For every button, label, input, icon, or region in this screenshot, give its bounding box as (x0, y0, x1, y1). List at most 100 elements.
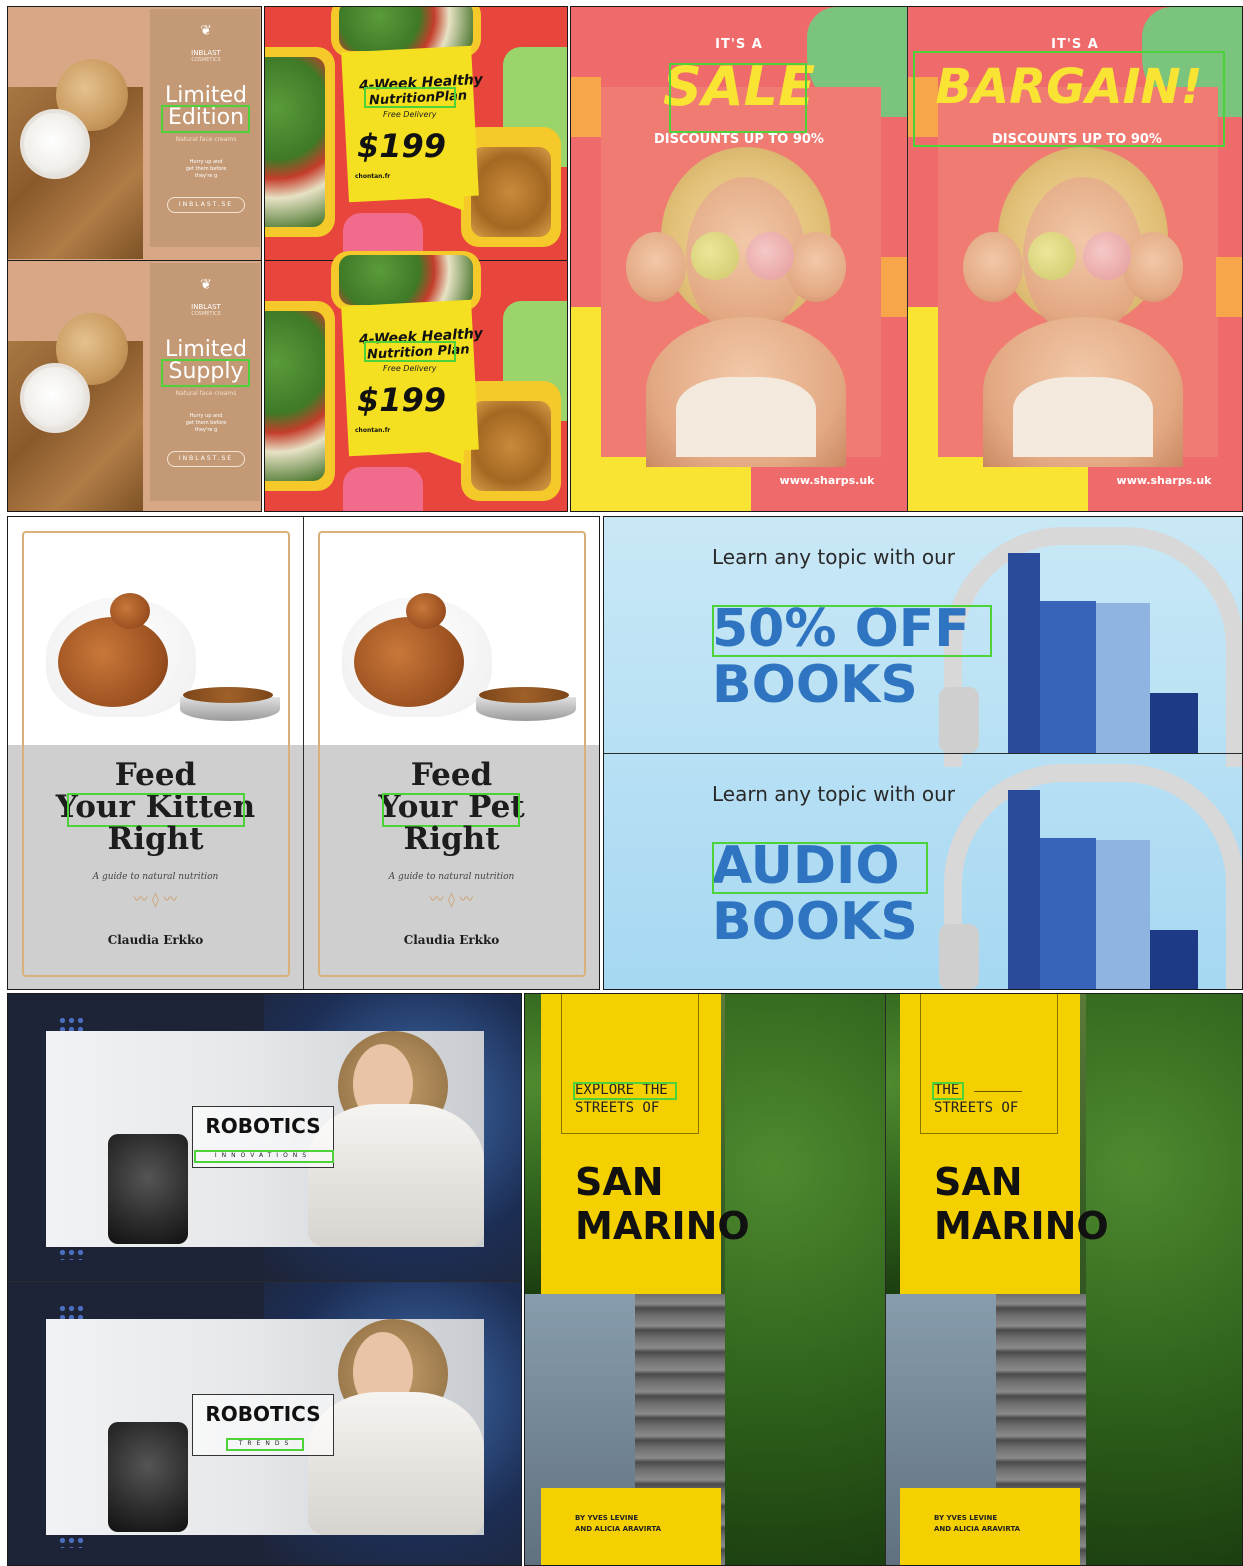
gold-frame (318, 531, 586, 977)
kicker: IT'S A (1051, 37, 1099, 52)
discount: DISCOUNTS UP TO 90% (992, 132, 1162, 147)
website: www.sharps.uk (1116, 474, 1212, 487)
hand (786, 232, 846, 302)
robotics-slide-1: ROBOTICS INNOVATIONS (8, 994, 521, 1281)
headphone-cup (939, 924, 979, 989)
blurb-1: Hurry up and (189, 159, 223, 165)
title-line1: Feed (114, 757, 197, 793)
kicker-line2: STREETS OF (575, 1100, 660, 1116)
website: chontan.fr (355, 173, 391, 180)
sanmarino-cover-2: THE STREETS OF SAN MARINO BY YVES LEVINE… (886, 994, 1242, 1565)
salad (339, 7, 473, 51)
food-panel: 4-Week Healthy NutritionPlan Free Delive… (264, 6, 568, 512)
sale-ad-1: IT'S A SALE DISCOUNTS UP TO 90% www.shar… (571, 7, 907, 511)
brand-name: INBLAST (191, 49, 221, 57)
headline: SALE (663, 55, 815, 118)
headline-line2: BOOKS (712, 892, 918, 952)
byline-1: BY YVES LEVINE (934, 1514, 998, 1522)
blurb-1: Hurry up and (189, 413, 223, 419)
book (1040, 838, 1096, 989)
headline-line2: BOOKS (712, 655, 918, 715)
delivery-note: Free Delivery (383, 110, 437, 119)
food-ad-1: 4-Week Healthy NutritionPlan Free Delive… (265, 7, 567, 273)
salad (265, 311, 325, 481)
brand-sub: COSMETICS (191, 311, 221, 317)
cream-jar (20, 109, 90, 179)
lunchbox (343, 467, 423, 511)
blurb-3: they're g (194, 427, 218, 433)
city-line2: MARINO (934, 1204, 1109, 1248)
shop-button[interactable]: INBLAST.SE (167, 197, 245, 213)
ivy-wall (1086, 994, 1242, 1565)
price: $199 (357, 127, 447, 165)
headline-line2: Edition (167, 105, 245, 130)
cosmetics-panel: ❦ INBLAST COSMETICS Limited Edition Natu… (7, 6, 262, 512)
kicker-line1: EXPLORE THE (575, 1082, 668, 1098)
macaron-yellow (691, 232, 739, 280)
book (1008, 790, 1040, 989)
website: www.sharps.uk (779, 474, 875, 487)
book (1150, 930, 1198, 989)
title-line3: Right (107, 821, 204, 857)
hand (963, 232, 1023, 302)
kicker-rule (974, 1091, 1022, 1092)
blurb-2: get them before (185, 420, 227, 426)
tag: TRENDS (238, 1440, 294, 1447)
title-line1: Feed (410, 757, 493, 793)
brand-logo: ❦ (200, 277, 212, 293)
discount: DISCOUNTS UP TO 90% (654, 132, 824, 147)
headline-line2: Supply (168, 359, 244, 384)
books-panel: Learn any topic with our 50% OFF BOOKS L… (603, 516, 1243, 990)
hand (626, 232, 686, 302)
salad (339, 255, 473, 305)
intro-text: Learn any topic with our (712, 782, 955, 806)
kibble (479, 687, 569, 703)
sale-ad-2: IT'S A BARGAIN! DISCOUNTS UP TO 90% www.… (908, 7, 1242, 511)
blurb-2: get them before (185, 166, 227, 172)
dog-ear (406, 593, 446, 629)
ivy-wall (725, 994, 885, 1565)
brand-sub: COSMETICS (191, 57, 221, 63)
headline-line1: 50% OFF (712, 599, 970, 659)
kicker-line1: THE (934, 1082, 960, 1098)
tag: INNOVATIONS (214, 1152, 312, 1159)
hand (1123, 232, 1183, 302)
salad (265, 57, 325, 227)
petbook-panel: Feed Your Kitten Right A guide to natura… (7, 516, 600, 990)
subtitle: A guide to natural nutrition (92, 872, 219, 882)
book (1096, 603, 1150, 753)
book (1008, 553, 1040, 753)
lace-top (1013, 377, 1153, 457)
cosmetics-ad-2: ❦ INBLAST COSMETICS Limited Supply Natur… (8, 260, 261, 511)
cream-jar (20, 363, 90, 433)
headline-line1: AUDIO (712, 836, 900, 896)
website: chontan.fr (355, 427, 391, 434)
city-line1: SAN (934, 1160, 1023, 1204)
price: $199 (357, 381, 447, 419)
subtitle: A guide to natural nutrition (388, 872, 515, 882)
ornament: 〰 ◊ 〰 (133, 892, 178, 908)
orange-brush (1216, 257, 1242, 317)
title-line2: Your Pet (378, 789, 525, 825)
orange-brush (881, 257, 907, 317)
sale-panel: IT'S A SALE DISCOUNTS UP TO 90% www.shar… (570, 6, 1243, 512)
author: Claudia Erkko (403, 933, 500, 947)
robot (108, 1422, 188, 1532)
book (1040, 601, 1096, 753)
macaron-pink (1083, 232, 1131, 280)
books-banner-1: Learn any topic with our 50% OFF BOOKS (604, 517, 1242, 767)
gold-frame (22, 531, 290, 977)
robot (108, 1134, 188, 1244)
kicker-line2: STREETS OF (934, 1100, 1019, 1116)
title-line2: Your Kitten (55, 789, 256, 825)
author: Claudia Erkko (107, 933, 204, 947)
ornament: 〰 ◊ 〰 (429, 892, 474, 908)
blurb-3: they're g (194, 173, 218, 179)
shop-button[interactable]: INBLAST.SE (167, 451, 245, 467)
title: ROBOTICS (205, 1114, 321, 1138)
headline: BARGAIN! (935, 59, 1203, 115)
sanmarino-panel: EXPLORE THE STREETS OF SAN MARINO BY YVE… (524, 993, 1243, 1566)
intro-text: Learn any topic with our (712, 545, 955, 569)
nuts (471, 401, 551, 491)
lace-top (676, 377, 816, 457)
